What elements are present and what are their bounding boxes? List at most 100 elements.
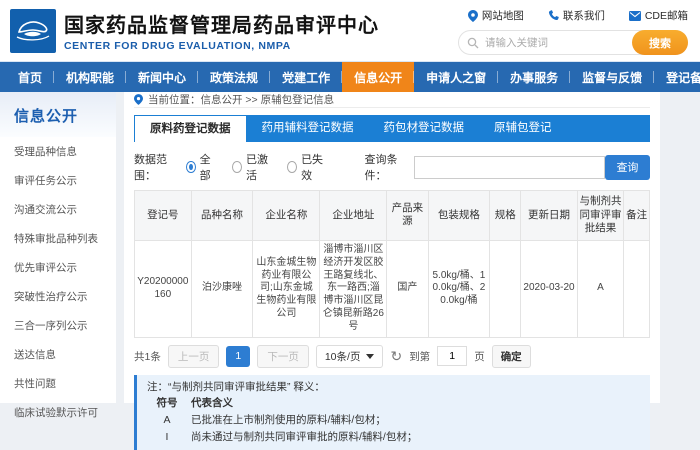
main-panel: 当前位置：信息公开 >> 原辅包登记信息 原料药登记数据 药用辅料登记数据 药包…: [124, 92, 660, 403]
col-product-source: 产品来源: [387, 191, 428, 241]
cell-company-name: 山东金城生物药业有限公司;山东金城生物药业有限公司: [253, 240, 320, 337]
radio-activated[interactable]: 已激活: [232, 151, 271, 183]
cell-joint-review-result: A: [577, 240, 623, 337]
tab-excipient-data[interactable]: 药用辅料登记数据: [247, 115, 369, 142]
sidebar-item-review-tasks[interactable]: 审评任务公示: [0, 166, 116, 195]
page: 国家药品监督管理局药品审评中心 CENTER FOR DRUG EVALUATI…: [0, 0, 700, 403]
query-label: 查询条件：: [364, 151, 410, 183]
query-button[interactable]: 查询: [605, 155, 650, 180]
radio-all[interactable]: 全部: [186, 151, 216, 183]
cell-remark: [624, 240, 650, 337]
radio-expired-label: 已失效: [301, 151, 326, 183]
sidebar-item-accepted-varieties[interactable]: 受理品种信息: [0, 137, 116, 166]
jump-page-input[interactable]: [437, 346, 467, 366]
tab-dmf-registration[interactable]: 原辅包登记: [479, 115, 567, 142]
page-size-value: 10条/页: [325, 349, 361, 364]
cde-logo: [10, 9, 56, 53]
col-package-spec: 包装规格: [428, 191, 490, 241]
nav-item-policy[interactable]: 政策法规: [198, 62, 270, 92]
sidebar-item-communication[interactable]: 沟通交流公示: [0, 195, 116, 224]
jump-unit: 页: [474, 349, 485, 364]
sitemap-label: 网站地图: [482, 8, 524, 23]
location-pin-icon: [134, 94, 143, 105]
sidebar-item-three-in-one[interactable]: 三合一序列公示: [0, 311, 116, 340]
sidebar: 信息公开 受理品种信息 审评任务公示 沟通交流公示 特殊审批品种列表 优先审评公…: [0, 92, 116, 403]
note-col-meaning: 代表含义: [191, 396, 233, 411]
refresh-icon[interactable]: ↻: [390, 349, 402, 363]
nav-item-services[interactable]: 办事服务: [498, 62, 570, 92]
nav-item-home[interactable]: 首页: [6, 62, 54, 92]
cell-package-spec: 5.0kg/桶、10.0kg/桶、20.0kg/桶: [428, 240, 490, 337]
next-page-button[interactable]: 下一页: [257, 345, 309, 368]
col-company-address: 企业地址: [320, 191, 387, 241]
radio-expired-icon: [287, 161, 297, 173]
sidebar-item-priority-review[interactable]: 优先审评公示: [0, 253, 116, 282]
radio-all-label: 全部: [200, 151, 217, 183]
note-header-row: 符号 代表含义: [147, 396, 640, 411]
scope-label: 数据范围：: [134, 151, 180, 183]
scope-radio-group: 全部 已激活 已失效: [186, 151, 326, 183]
search-icon: [467, 36, 479, 54]
confirm-button[interactable]: 确定: [492, 345, 531, 368]
site-search-button[interactable]: 搜索: [632, 30, 688, 55]
nav-item-org[interactable]: 机构职能: [54, 62, 126, 92]
sidebar-item-clinical-trial-license[interactable]: 临床试验默示许可: [0, 398, 116, 427]
breadcrumb: 当前位置：信息公开 >> 原辅包登记信息: [134, 92, 650, 108]
tab-packaging-data[interactable]: 药包材登记数据: [369, 115, 480, 142]
nav-item-info-disclosure[interactable]: 信息公开: [342, 62, 414, 92]
nav-item-news[interactable]: 新闻中心: [126, 62, 198, 92]
nav-item-supervision[interactable]: 监督与反馈: [570, 62, 654, 92]
tab-bar: 原料药登记数据 药用辅料登记数据 药包材登记数据 原辅包登记: [134, 115, 650, 142]
nav-item-party[interactable]: 党建工作: [270, 62, 342, 92]
header-right: 网站地图 联系我们 CDE邮箱: [458, 6, 688, 55]
sidebar-item-common-issues[interactable]: 共性问题: [0, 369, 116, 398]
note-col-symbol: 符号: [155, 396, 179, 411]
sidebar-item-breakthrough-therapy[interactable]: 突破性治疗公示: [0, 282, 116, 311]
nav-item-applicant[interactable]: 申请人之窗: [414, 62, 498, 92]
col-joint-review-result: 与制剂共同审评审批结果: [577, 191, 623, 241]
note-symbol-i: I: [155, 430, 179, 445]
table-header-row: 登记号 品种名称 企业名称 企业地址 产品来源 包装规格 规格 更新日期 与制剂…: [135, 191, 650, 241]
nav-item-registration-platform[interactable]: 登记备案平台: [654, 62, 700, 92]
sidebar-item-special-approval[interactable]: 特殊审批品种列表: [0, 224, 116, 253]
query-input[interactable]: [414, 156, 604, 179]
swan-logo-icon: [15, 16, 51, 46]
tab-api-data[interactable]: 原料药登记数据: [134, 115, 247, 142]
sidebar-title: 信息公开: [0, 92, 116, 137]
table-row: Y20200000160 泊沙康唑 山东金城生物药业有限公司;山东金城生物药业有…: [135, 240, 650, 337]
page-size-select[interactable]: 10条/页: [316, 345, 384, 368]
filter-bar: 数据范围： 全部 已激活 已失效 查询条件：: [134, 151, 650, 183]
col-remark: 备注: [624, 191, 650, 241]
radio-expired[interactable]: 已失效: [287, 151, 326, 183]
col-update-date: 更新日期: [521, 191, 578, 241]
note-symbol-a: A: [155, 413, 179, 428]
header-searchbar: 搜索: [458, 30, 688, 55]
prev-page-button[interactable]: 上一页: [168, 345, 220, 368]
registration-table: 登记号 品种名称 企业名称 企业地址 产品来源 包装规格 规格 更新日期 与制剂…: [134, 190, 650, 338]
col-company-name: 企业名称: [253, 191, 320, 241]
note-meaning-i: 尚未通过与制剂共同审评审批的原料/辅料/包材；: [191, 430, 417, 445]
site-header: 国家药品监督管理局药品审评中心 CENTER FOR DRUG EVALUATI…: [0, 0, 700, 62]
note-meaning-a: 已批准在上市制剂使用的原料/辅料/包材；: [191, 413, 386, 428]
radio-all-icon: [186, 161, 196, 173]
main-nav: 首页 机构职能 新闻中心 政策法规 党建工作 信息公开 申请人之窗 办事服务 监…: [0, 62, 700, 92]
contact-label: 联系我们: [563, 8, 605, 23]
cell-spec: [490, 240, 521, 337]
site-titles: 国家药品监督管理局药品审评中心 CENTER FOR DRUG EVALUATI…: [64, 9, 379, 52]
cell-product-source: 国产: [387, 240, 428, 337]
breadcrumb-text: 当前位置：信息公开 >> 原辅包登记信息: [148, 92, 334, 107]
radio-activated-label: 已激活: [246, 151, 271, 183]
current-page[interactable]: 1: [226, 346, 250, 367]
quick-links: 网站地图 联系我们 CDE邮箱: [458, 8, 688, 23]
total-count: 共1条: [134, 349, 161, 364]
col-registration-no: 登记号: [135, 191, 192, 241]
sidebar-item-delivery-info[interactable]: 送达信息: [0, 340, 116, 369]
contact-link[interactable]: 联系我们: [548, 8, 605, 23]
chevron-down-icon: [366, 354, 374, 359]
mailbox-link[interactable]: CDE邮箱: [629, 8, 688, 23]
phone-icon: [548, 10, 559, 21]
pagination: 共1条 上一页 1 下一页 10条/页 ↻ 到第 页 确定: [134, 345, 650, 368]
sitemap-link[interactable]: 网站地图: [468, 8, 524, 23]
note-row-i: I 尚未通过与制剂共同审评审批的原料/辅料/包材；: [147, 430, 640, 445]
cell-update-date: 2020-03-20: [521, 240, 578, 337]
